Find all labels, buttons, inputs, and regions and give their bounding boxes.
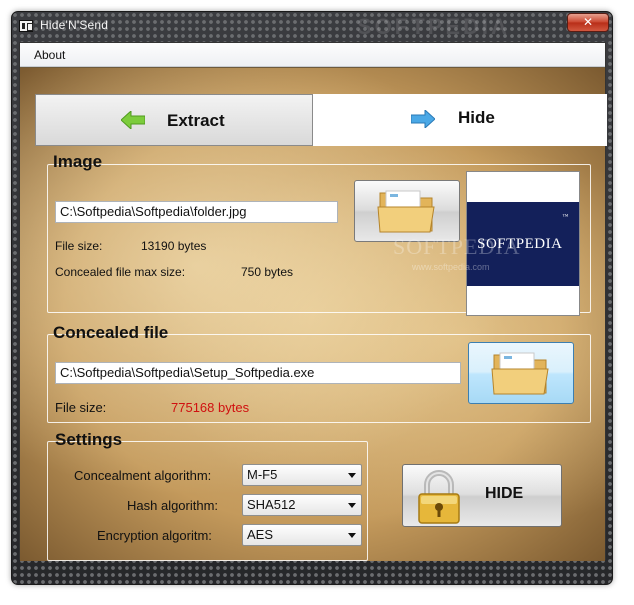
- image-group-title: Image: [53, 152, 103, 171]
- concealed-file-size-label: File size:: [55, 400, 107, 415]
- close-icon: ✕: [582, 15, 594, 29]
- encryption-algorithm-value: AES: [247, 527, 274, 542]
- padlock-icon: [418, 470, 460, 524]
- softpedia-watermark-url: www.softpedia.com: [412, 262, 490, 272]
- concealment-algorithm-value: M-F5: [247, 467, 278, 482]
- left-arrow-icon: [121, 111, 145, 129]
- hide-button-label: HIDE: [485, 485, 524, 502]
- menu-item-about[interactable]: About: [34, 48, 65, 62]
- concealment-algorithm-label: Concealment algorithm:: [74, 468, 212, 483]
- window-title: Hide'N'Send: [40, 18, 109, 32]
- hash-algorithm-value: SHA512: [247, 497, 296, 512]
- title-bar[interactable]: Hide'N'Send SOFTPEDIA ✕: [12, 12, 612, 42]
- app-icon: [19, 20, 33, 32]
- concealed-file-group-title: Concealed file: [53, 323, 169, 342]
- hide-button[interactable]: HIDE: [402, 464, 562, 527]
- app-window: Hide'N'Send SOFTPEDIA ✕ About Extract Hi…: [11, 11, 613, 585]
- concealed-file-path-input[interactable]: C:\Softpedia\Softpedia\Setup_Softpedia.e…: [55, 362, 461, 384]
- tab-hide-label: Hide: [458, 108, 495, 127]
- preview-trademark: ™: [562, 214, 569, 220]
- folder-icon: [491, 352, 549, 395]
- right-arrow-icon: [411, 110, 435, 128]
- close-button[interactable]: ✕: [567, 13, 609, 32]
- hash-algorithm-label: Hash algorithm:: [127, 498, 219, 513]
- tab-extract-label: Extract: [167, 111, 225, 130]
- browse-concealed-file-button[interactable]: [468, 342, 574, 404]
- tab-hide[interactable]: Hide: [313, 94, 607, 146]
- menu-bar: About: [20, 43, 605, 67]
- chevron-down-icon: [348, 473, 356, 478]
- max-size-value: 750 bytes: [241, 265, 294, 279]
- folder-icon: [377, 190, 435, 233]
- image-file-size-value: 13190 bytes: [141, 239, 207, 253]
- chevron-down-icon: [348, 533, 356, 538]
- settings-group-title: Settings: [55, 430, 123, 449]
- max-size-label: Concealed file max size:: [55, 265, 186, 279]
- encryption-algorithm-select[interactable]: AES: [242, 524, 362, 546]
- hash-algorithm-select[interactable]: SHA512: [242, 494, 362, 516]
- browse-image-button[interactable]: [354, 180, 460, 242]
- softpedia-watermark: SOFTPEDIA: [393, 234, 521, 259]
- image-path-input[interactable]: C:\Softpedia\Softpedia\folder.jpg: [55, 201, 338, 223]
- encryption-algorithm-label: Encryption algoritm:: [97, 528, 212, 543]
- image-file-size-label: File size:: [55, 239, 103, 253]
- title-watermark: SOFTPEDIA: [357, 14, 510, 39]
- window-bottom-frame: [19, 561, 606, 579]
- tab-extract[interactable]: Extract: [35, 94, 313, 146]
- client-area: About Extract Hide Image C:\Softpedia\So…: [19, 42, 607, 561]
- concealed-file-size-value: 775168 bytes: [171, 400, 250, 415]
- chevron-down-icon: [348, 503, 356, 508]
- concealment-algorithm-select[interactable]: M-F5: [242, 464, 362, 486]
